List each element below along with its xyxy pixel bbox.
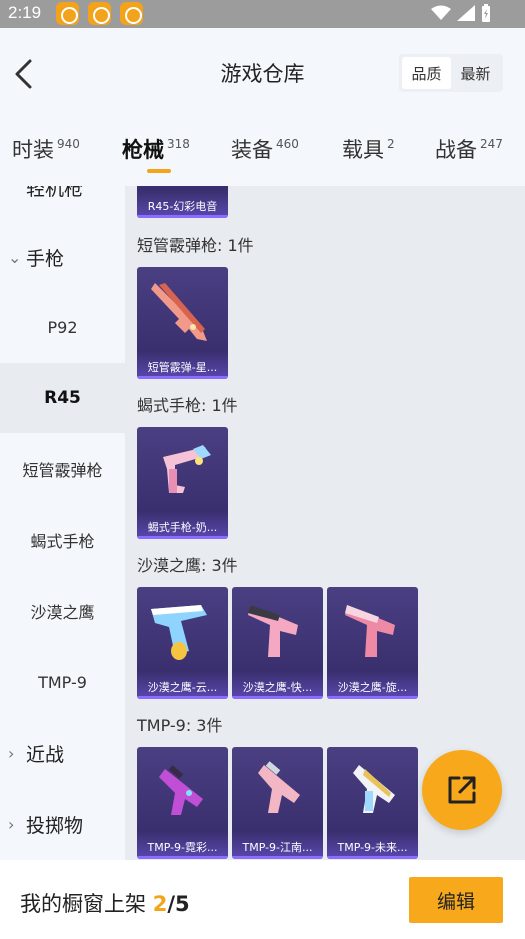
sidebar-group-label: 手枪 [26, 248, 65, 270]
tab-label: 装备 [231, 138, 273, 162]
signal-icon [457, 5, 475, 21]
category-tabs: 时装 940 枪械 318 装备 460 载具 2 战备 247 [0, 120, 525, 186]
card-quality-stripe [327, 856, 418, 859]
tab-firearms[interactable]: 枪械 318 [122, 134, 190, 164]
sidebar-group-label: 轻机枪 [26, 186, 84, 200]
skin-card[interactable]: TMP-9-未来... [327, 747, 418, 859]
section-title: TMP-9: 3件 [137, 716, 223, 735]
share-floating-button[interactable] [422, 750, 502, 830]
page-header: 游戏仓库 品质 最新 [0, 28, 525, 120]
skin-card-label: TMP-9-霓彩... [147, 841, 218, 854]
showcase-status: 我的橱窗上架 2/5 [20, 888, 190, 918]
sidebar-group-pistol[interactable]: ⌄ 手枪 [8, 244, 64, 271]
card-quality-stripe [232, 856, 323, 859]
tab-supplies[interactable]: 战备 247 [435, 134, 503, 164]
tmp9-skin-image [159, 765, 203, 815]
card-quality-stripe [137, 215, 228, 218]
tab-vehicles[interactable]: 载具 2 [342, 134, 395, 164]
tab-count: 940 [57, 137, 80, 151]
sidebar-item-r45[interactable]: R45 [0, 363, 125, 433]
tab-count: 318 [167, 137, 190, 151]
section-title: 沙漠之鹰: 3件 [137, 556, 238, 575]
sort-option-newest[interactable]: 最新 [451, 57, 500, 89]
skin-card-label: 短管霰弹-星... [147, 361, 218, 374]
section-title: 蝎式手枪: 1件 [137, 396, 238, 415]
sidebar-group-throwables[interactable]: › 投掷物 [8, 811, 83, 838]
tmp9-skin-image [258, 761, 300, 813]
sidebar-item-tmp9[interactable]: TMP-9 [0, 647, 125, 717]
share-external-icon [448, 776, 476, 804]
tmp9-skin-image [353, 765, 395, 813]
skin-card[interactable]: 沙漠之鹰-快... [232, 587, 323, 699]
skin-card-label: 沙漠之鹰-云... [147, 681, 218, 694]
scorpion-pistol-skin-image [163, 445, 211, 493]
card-quality-stripe [137, 856, 228, 859]
sidebar-group-label: 近战 [26, 744, 65, 766]
skin-card[interactable]: TMP-9-霓彩... [137, 747, 228, 859]
chevron-up-icon: ⌃ [8, 186, 22, 197]
sidebar-group-lmg[interactable]: ⌃ 轻机枪 [8, 186, 83, 201]
sidebar-item-skorpion[interactable]: 蝎式手枪 [0, 505, 125, 575]
sidebar-group-label: 投掷物 [26, 815, 84, 837]
battery-icon [482, 4, 490, 22]
tab-label: 时装 [12, 138, 54, 162]
section-title: 短管霰弹枪: 1件 [137, 236, 254, 255]
skin-card[interactable]: R45-幻彩电音 [137, 186, 228, 218]
sort-toggle: 品质 最新 [399, 54, 503, 92]
tab-count: 247 [480, 137, 503, 151]
wifi-icon [431, 5, 451, 20]
app-notification-icon [56, 2, 79, 25]
tab-count: 460 [276, 137, 299, 151]
skin-card-label: R45-幻彩电音 [147, 200, 218, 213]
tab-label: 战备 [435, 138, 477, 162]
app-notification-icon [88, 2, 111, 25]
showcase-footer: 我的橱窗上架 2/5 编辑 [0, 860, 525, 939]
desert-eagle-skin-image [151, 605, 207, 660]
weapon-type-sidebar: ⌃ 轻机枪 ⌄ 手枪 P92 R45 短管霰弹枪 蝎式手枪 沙漠之鹰 TMP-9… [0, 186, 125, 860]
sidebar-item-p92[interactable]: P92 [0, 292, 125, 362]
chevron-right-icon: › [8, 815, 15, 834]
skin-card[interactable]: 沙漠之鹰-旋... [327, 587, 418, 699]
skin-card-label: 蝎式手枪-奶... [147, 521, 218, 534]
tab-equipment[interactable]: 装备 460 [231, 134, 299, 164]
app-notification-icon [120, 2, 143, 25]
showcase-total: /5 [167, 892, 190, 916]
skin-card-label: TMP-9-未来... [337, 841, 408, 854]
showcase-count: 2 [152, 892, 168, 916]
status-bar: 2:19 [0, 0, 525, 28]
card-quality-stripe [232, 696, 323, 699]
status-time: 2:19 [8, 3, 42, 22]
tab-count: 2 [387, 137, 395, 151]
card-quality-stripe [137, 696, 228, 699]
skin-card[interactable]: 沙漠之鹰-云... [137, 587, 228, 699]
card-quality-stripe [137, 376, 228, 379]
chevron-right-icon: › [8, 744, 15, 763]
card-quality-stripe [327, 696, 418, 699]
desert-eagle-skin-image [345, 605, 395, 657]
sort-option-quality[interactable]: 品质 [402, 57, 451, 89]
sidebar-item-desert-eagle[interactable]: 沙漠之鹰 [0, 576, 125, 646]
skin-card-label: TMP-9-江南... [242, 841, 313, 854]
chevron-down-icon: ⌄ [8, 248, 22, 267]
desert-eagle-skin-image [248, 605, 298, 657]
tab-label: 载具 [342, 138, 384, 162]
card-quality-stripe [137, 536, 228, 539]
skin-card-label: 沙漠之鹰-快... [242, 681, 313, 694]
shotgun-skin-image [151, 283, 207, 341]
sidebar-group-melee[interactable]: › 近战 [8, 740, 64, 767]
skin-card-label: 沙漠之鹰-旋... [337, 681, 408, 694]
skin-card[interactable]: 蝎式手枪-奶... [137, 427, 228, 539]
system-icons [431, 4, 491, 22]
notification-icons [56, 2, 143, 25]
tab-fashion[interactable]: 时装 940 [12, 134, 80, 164]
skin-card[interactable]: TMP-9-江南... [232, 747, 323, 859]
skin-card[interactable]: 短管霰弹-星... [137, 267, 228, 379]
sidebar-item-sawed-off[interactable]: 短管霰弹枪 [0, 434, 125, 504]
edit-button[interactable]: 编辑 [409, 877, 503, 923]
active-tab-indicator [147, 169, 171, 173]
showcase-label: 我的橱窗上架 [20, 892, 146, 916]
tab-label: 枪械 [122, 138, 164, 162]
